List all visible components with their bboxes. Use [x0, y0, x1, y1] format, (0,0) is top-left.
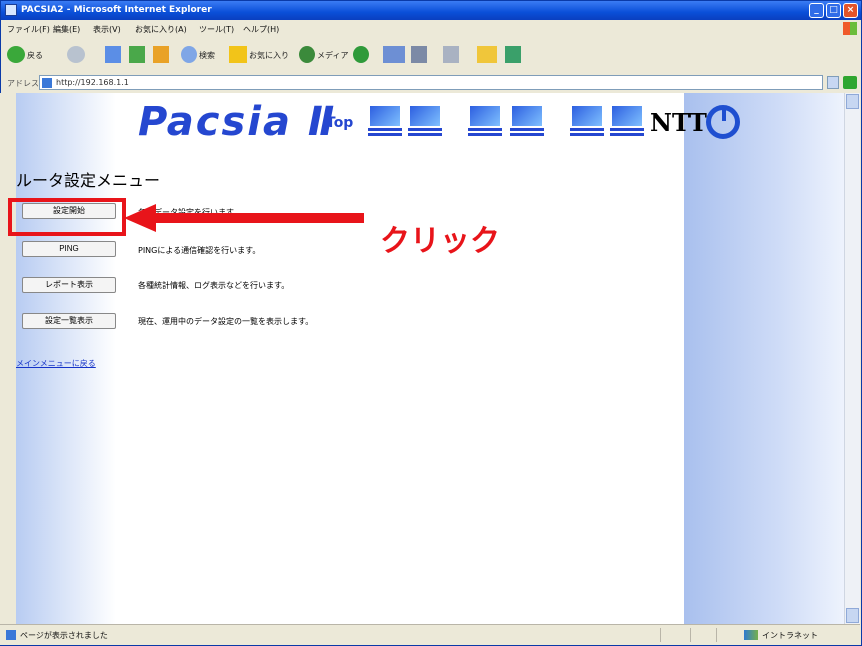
- status-text: ページが表示されました: [20, 631, 108, 640]
- menu-edit[interactable]: 編集(E): [53, 24, 80, 35]
- back-to-main-menu-link[interactable]: メインメニューに戻る: [16, 358, 96, 369]
- report-desc: 各種統計情報、ログ表示などを行います。: [138, 281, 290, 290]
- media-icon[interactable]: [299, 46, 315, 63]
- search-icon[interactable]: [181, 46, 197, 63]
- scroll-down-arrow-icon[interactable]: [846, 608, 859, 623]
- right-gradient-panel: [684, 93, 844, 624]
- menu-tools[interactable]: ツール(T): [199, 24, 234, 35]
- home-icon[interactable]: [153, 46, 169, 63]
- nav-report-icon[interactable]: [510, 106, 546, 138]
- search-label[interactable]: 検索: [199, 50, 215, 61]
- nav-help-icon[interactable]: [610, 106, 646, 138]
- pacsia-logo: Pacsia Ⅱ: [138, 99, 337, 145]
- highlight-box: [8, 198, 126, 236]
- nav-settings-icon[interactable]: [368, 106, 404, 138]
- left-frame-edge: [0, 93, 16, 624]
- intranet-zone-icon: [744, 630, 758, 640]
- ie-icon: [5, 4, 17, 16]
- edit-icon[interactable]: [443, 46, 459, 63]
- address-bar: アドレス(D) http://192.168.1.1: [1, 73, 861, 93]
- maximize-button[interactable]: □: [826, 3, 841, 18]
- menu-bar: ファイル(F) 編集(E) 表示(V) お気に入り(A) ツール(T) ヘルプ(…: [1, 20, 861, 37]
- red-arrow-icon: [124, 204, 364, 232]
- status-divider: [690, 628, 691, 642]
- page-done-icon: [6, 630, 16, 640]
- messenger-icon[interactable]: [505, 46, 521, 63]
- refresh-icon[interactable]: [129, 46, 145, 63]
- vertical-scrollbar[interactable]: [844, 93, 860, 624]
- menu-help[interactable]: ヘルプ(H): [243, 24, 279, 35]
- minimize-button[interactable]: _: [809, 3, 824, 18]
- media-label[interactable]: メディア: [317, 50, 348, 61]
- ping-desc: PINGによる通信確認を行います。: [138, 246, 261, 255]
- close-button[interactable]: ×: [843, 3, 858, 18]
- zone-text: イントラネット: [762, 631, 818, 640]
- ntt-brand: NTT: [650, 108, 707, 137]
- print-icon[interactable]: [411, 46, 427, 63]
- back-arrow-icon[interactable]: [7, 46, 25, 63]
- ping-button[interactable]: PING: [22, 241, 116, 257]
- address-dropdown-icon[interactable]: [827, 76, 839, 89]
- windows-logo-icon: [843, 22, 857, 35]
- page-icon: [42, 78, 52, 88]
- menu-favorites[interactable]: お気に入り(A): [135, 24, 187, 35]
- window-title: PACSIA2 - Microsoft Internet Explorer: [21, 5, 212, 15]
- address-input[interactable]: http://192.168.1.1: [39, 75, 823, 90]
- page-content: Pacsia Ⅱ Top NTT ルータ設定メニュー 設定開始 各種データ設定を…: [16, 93, 844, 624]
- history-icon[interactable]: [353, 46, 369, 63]
- status-divider: [716, 628, 717, 642]
- settings-list-button[interactable]: 設定一覧表示: [22, 313, 116, 329]
- menu-view[interactable]: 表示(V): [93, 24, 121, 35]
- scroll-up-arrow-icon[interactable]: [846, 94, 859, 109]
- favorites-label[interactable]: お気に入り: [249, 50, 289, 61]
- back-button-label[interactable]: 戻る: [27, 50, 43, 61]
- nav-internet-icon[interactable]: [408, 106, 444, 138]
- top-link[interactable]: Top: [326, 115, 353, 131]
- report-button[interactable]: レポート表示: [22, 277, 116, 293]
- page-heading: ルータ設定メニュー: [16, 171, 161, 190]
- forward-arrow-icon[interactable]: [67, 46, 85, 63]
- status-bar: ページが表示されました イントラネット: [0, 624, 860, 645]
- folder-icon[interactable]: [477, 46, 497, 63]
- ntt-logo-icon: [706, 105, 740, 139]
- favorites-star-icon[interactable]: [229, 46, 247, 63]
- nav-status-icon[interactable]: [468, 106, 504, 138]
- settings-list-desc: 現在、運用中のデータ設定の一覧を表示します。: [138, 317, 314, 326]
- status-divider: [660, 628, 661, 642]
- toolbar: 戻る 検索 お気に入り メディア: [1, 38, 861, 71]
- go-button[interactable]: [843, 76, 857, 89]
- address-url[interactable]: http://192.168.1.1: [56, 78, 129, 87]
- stop-icon[interactable]: [105, 46, 121, 63]
- menu-file[interactable]: ファイル(F): [7, 24, 50, 35]
- mail-icon[interactable]: [383, 46, 405, 63]
- click-callout: クリック: [380, 224, 500, 259]
- title-bar: PACSIA2 - Microsoft Internet Explorer _ …: [1, 1, 861, 20]
- nav-user-icon[interactable]: [570, 106, 606, 138]
